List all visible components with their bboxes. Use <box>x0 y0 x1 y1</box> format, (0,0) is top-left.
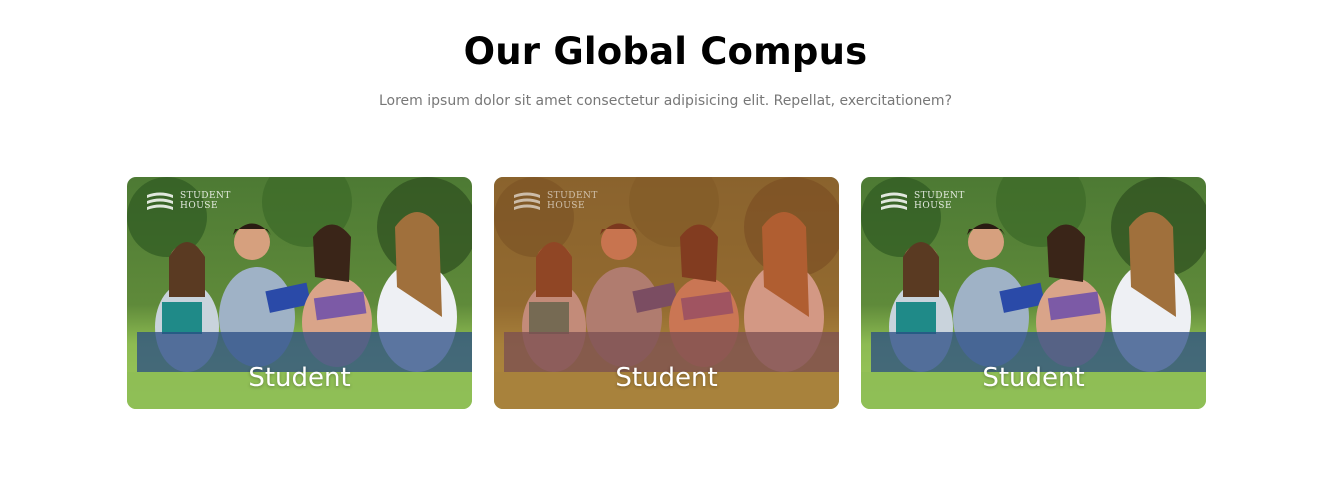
logo-line-2: HOUSE <box>547 201 586 211</box>
card-label: Student <box>248 363 351 393</box>
student-house-logo: STUDENT HOUSE <box>879 189 965 213</box>
book-stack-icon <box>147 192 173 210</box>
section-subtitle: Lorem ipsum dolor sit amet consectetur a… <box>378 93 952 109</box>
logo-line-2: HOUSE <box>180 201 219 211</box>
student-house-logo: STUDENT HOUSE <box>145 189 231 213</box>
logo-line-1: STUDENT <box>547 191 598 201</box>
book-stack-icon <box>514 192 540 210</box>
campus-card[interactable]: STUDENT HOUSE Student <box>127 177 472 409</box>
global-campus-section: Our Global Compus Lorem ipsum dolor sit … <box>0 0 1331 497</box>
campus-card-active[interactable]: STUDENT HOUSE Student <box>494 177 839 409</box>
card-label: Student <box>982 363 1085 393</box>
logo-line-1: STUDENT <box>180 191 231 201</box>
campus-card[interactable]: STUDENT HOUSE Student <box>861 177 1206 409</box>
card-label: Student <box>615 363 718 393</box>
student-house-logo: STUDENT HOUSE <box>512 189 598 213</box>
book-stack-icon <box>881 192 907 210</box>
logo-line-1: STUDENT <box>914 191 965 201</box>
section-title: Our Global Compus <box>463 30 868 73</box>
logo-line-2: HOUSE <box>914 201 953 211</box>
campus-card-row: STUDENT HOUSE Student STUDENT HOUSE Stud… <box>127 177 1206 409</box>
